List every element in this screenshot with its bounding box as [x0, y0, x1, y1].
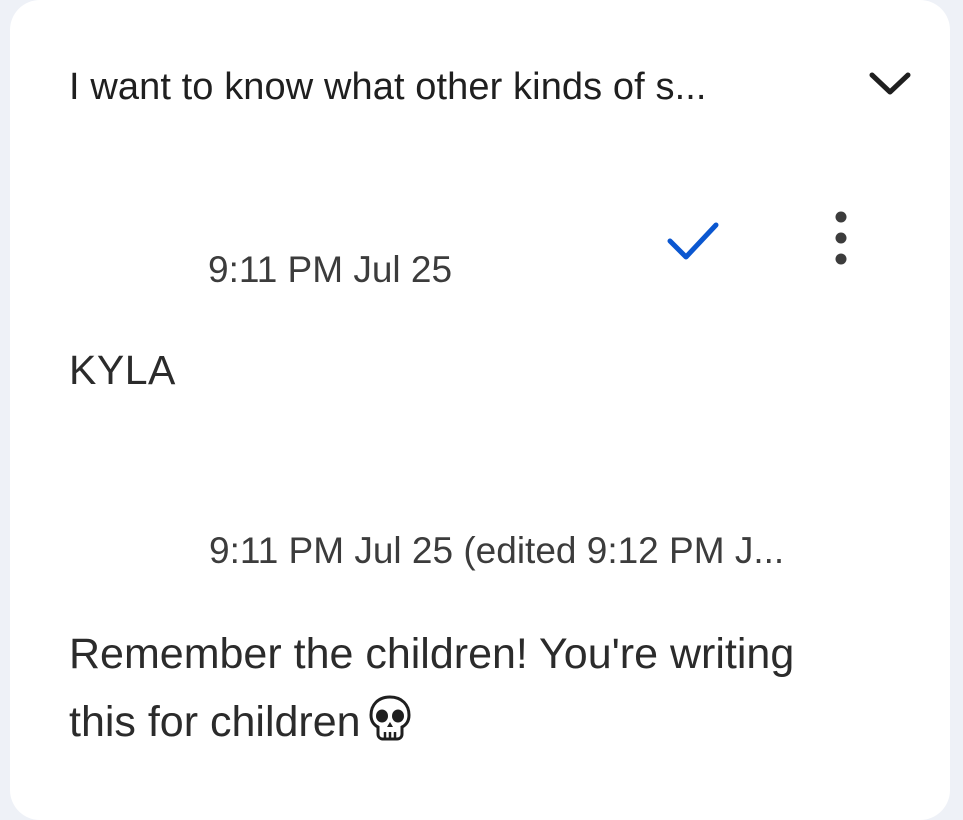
comment-author: KYLA [69, 347, 176, 393]
thread-title: I want to know what other kinds of s... [69, 66, 707, 108]
comment-timestamp: 9:11 PM Jul 25 (edited 9:12 PM J... [209, 530, 785, 571]
chevron-down-icon[interactable] [865, 64, 915, 104]
comment-item: 9:11 PM Jul 25 (edited 9:12 PM J... Reme… [69, 530, 909, 790]
comment-thread-card: I want to know what other kinds of s... … [10, 0, 950, 820]
comment-body-text: Remember the children! You're writing th… [69, 630, 795, 746]
comment-item: 9:11 PM Jul 25 KYLA [69, 205, 909, 405]
comment-body: Remember the children! You're writing th… [69, 620, 829, 756]
more-vertical-icon[interactable] [821, 205, 861, 275]
comment-timestamp: 9:11 PM Jul 25 [208, 249, 453, 290]
skull-emoji-icon [367, 694, 413, 742]
thread-header[interactable]: I want to know what other kinds of s... [69, 60, 911, 122]
checkmark-icon[interactable] [664, 213, 734, 273]
